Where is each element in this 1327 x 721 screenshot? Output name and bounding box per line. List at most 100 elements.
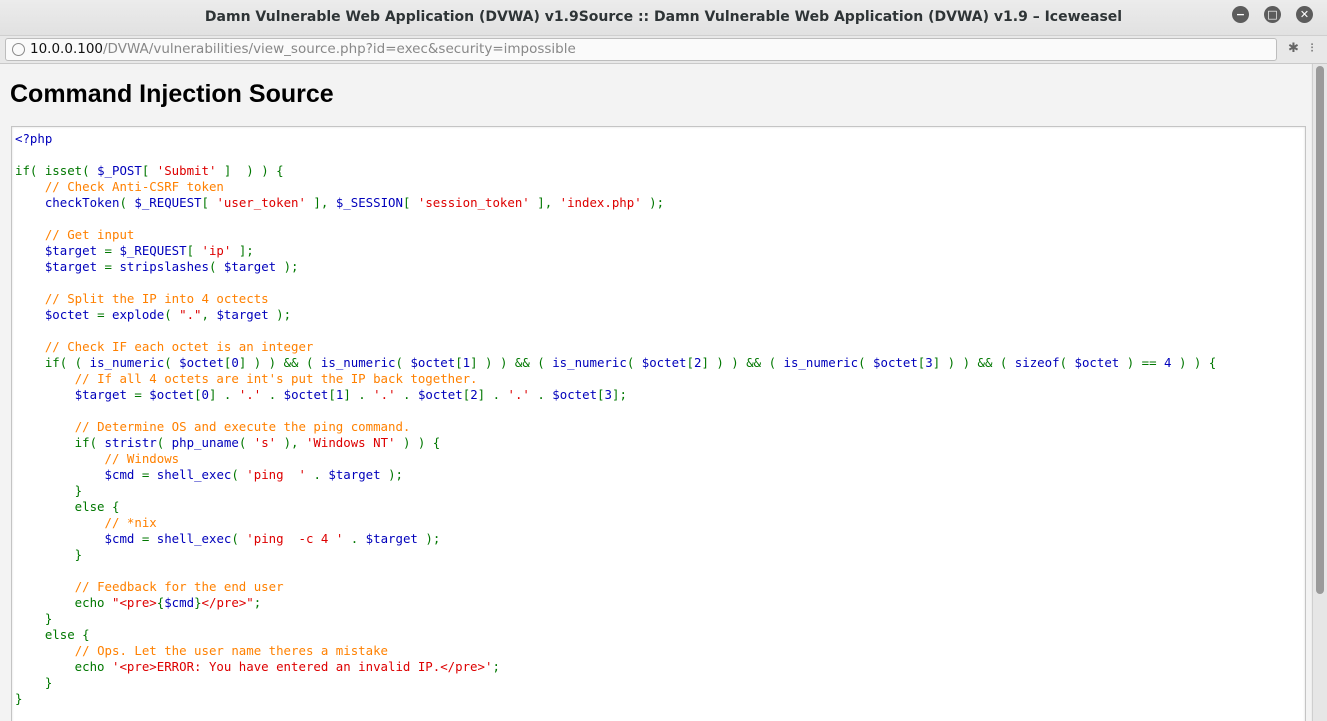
code-line: if( ( is_numeric( $octet[0] ) ) && ( is_… bbox=[15, 355, 1216, 370]
code-token: . bbox=[305, 467, 329, 482]
code-token: [ bbox=[186, 243, 202, 258]
code-token: echo bbox=[15, 659, 112, 674]
code-line: checkToken( $_REQUEST[ 'user_token' ], $… bbox=[15, 195, 664, 210]
code-token: <?php bbox=[15, 131, 53, 146]
code-token: } bbox=[15, 483, 83, 498]
code-line: $target = $_REQUEST[ 'ip' ]; bbox=[15, 243, 254, 258]
code-token: 0 bbox=[231, 355, 239, 370]
code-token: [ bbox=[686, 355, 694, 370]
code-token: [ bbox=[328, 387, 336, 402]
code-token: $target bbox=[74, 387, 135, 402]
code-token: // Determine OS and execute the ping com… bbox=[74, 419, 411, 434]
code-token: = bbox=[104, 243, 120, 258]
code-token: } bbox=[194, 595, 202, 610]
code-token: $cmd bbox=[104, 531, 142, 546]
maximize-button[interactable]: □ bbox=[1264, 6, 1281, 23]
code-token: ; bbox=[253, 595, 262, 610]
code-line: if( isset( $_POST[ 'Submit' ] ) ) { bbox=[15, 163, 284, 178]
code-token: $octet bbox=[410, 355, 456, 370]
code-line: // If all 4 octets are int's put the IP … bbox=[15, 371, 478, 386]
code-line: <?php bbox=[15, 131, 52, 146]
code-token: '<pre>ERROR: You have entered an invalid… bbox=[111, 659, 493, 674]
addon-bug-icon[interactable]: ✱ bbox=[1288, 41, 1299, 56]
code-token: $octet bbox=[44, 307, 98, 322]
code-token: $octet bbox=[873, 355, 918, 370]
code-token: } bbox=[15, 691, 23, 706]
code-token: sizeof bbox=[1014, 355, 1060, 370]
code-token: ( bbox=[208, 259, 224, 274]
url-input[interactable]: 10.0.0.100/DVWA/vulnerabilities/view_sou… bbox=[5, 38, 1277, 61]
code-token: ], bbox=[305, 195, 336, 210]
code-token: ] ) ) { bbox=[216, 163, 284, 178]
code-token: 2 bbox=[470, 387, 478, 402]
code-token: if( ( bbox=[15, 355, 90, 370]
code-line: } bbox=[15, 611, 52, 626]
close-button[interactable]: ✕ bbox=[1296, 6, 1313, 23]
code-token: '.' bbox=[238, 387, 262, 402]
menu-icon[interactable]: ⁝ bbox=[1310, 41, 1314, 56]
code-line: else { bbox=[15, 499, 120, 514]
url-path: /DVWA/vulnerabilities/view_source.php?id… bbox=[103, 41, 576, 57]
code-token: ); bbox=[276, 307, 292, 322]
code-line: $cmd = shell_exec( 'ping -c 4 ' . $targe… bbox=[15, 531, 441, 546]
code-token: $octet bbox=[641, 355, 687, 370]
code-token: = bbox=[141, 467, 157, 482]
code-line: } bbox=[15, 675, 52, 690]
code-token: 3 bbox=[925, 355, 933, 370]
code-token: ] . bbox=[477, 387, 508, 402]
code-line: // Check IF each octet is an integer bbox=[15, 339, 314, 354]
code-token: [ bbox=[201, 195, 217, 210]
code-line: // Feedback for the end user bbox=[15, 579, 284, 594]
scrollbar-thumb[interactable] bbox=[1316, 66, 1324, 594]
code-line: // *nix bbox=[15, 515, 157, 530]
code-token: if( isset( bbox=[15, 163, 98, 178]
code-token: </pre>" bbox=[201, 595, 254, 610]
code-token: stristr bbox=[104, 435, 157, 450]
vertical-scrollbar[interactable] bbox=[1312, 64, 1327, 721]
code-token: $target bbox=[216, 307, 277, 322]
code-token: [ bbox=[455, 355, 463, 370]
code-token: [ bbox=[141, 163, 157, 178]
code-token: ] ) ) && ( bbox=[470, 355, 553, 370]
page-content: Command Injection Source <?php if( isset… bbox=[0, 64, 1311, 721]
code-token: [ bbox=[194, 387, 202, 402]
code-line: $target = $octet[0] . '.' . $octet[1] . … bbox=[15, 387, 627, 402]
code-token: $target bbox=[44, 259, 105, 274]
code-token: } bbox=[15, 675, 53, 690]
code-token: [ bbox=[402, 195, 418, 210]
code-line: if( stristr( php_uname( 's' ), 'Windows … bbox=[15, 435, 441, 450]
code-token: // Split the IP into 4 octects bbox=[44, 291, 269, 306]
code-token: php_uname bbox=[171, 435, 239, 450]
code-token: $octet bbox=[283, 387, 329, 402]
code-line: $cmd = shell_exec( 'ping ' . $target ); bbox=[15, 467, 403, 482]
code-token: = bbox=[97, 307, 112, 322]
navigation-bar: 10.0.0.100/DVWA/vulnerabilities/view_sou… bbox=[0, 36, 1327, 64]
code-token: ] ) ) && ( bbox=[932, 355, 1015, 370]
code-token: ( bbox=[231, 467, 247, 482]
code-token: = bbox=[141, 531, 157, 546]
minimize-button[interactable]: − bbox=[1232, 6, 1249, 23]
code-token: 4 bbox=[1164, 355, 1179, 370]
code-line: // Check Anti-CSRF token bbox=[15, 179, 224, 194]
code-token: $target bbox=[44, 243, 105, 258]
code-token: ] . bbox=[209, 387, 239, 402]
code-token: ( bbox=[626, 355, 642, 370]
code-token: = bbox=[104, 259, 120, 274]
code-token: is_numeric bbox=[89, 355, 165, 370]
code-token: $cmd bbox=[104, 467, 142, 482]
code-token: ], bbox=[529, 195, 560, 210]
code-token: [ bbox=[597, 387, 605, 402]
code-token: is_numeric bbox=[320, 355, 396, 370]
code-token: $octet bbox=[179, 355, 224, 370]
code-token: ( bbox=[156, 435, 172, 450]
window-titlebar: Damn Vulnerable Web Application (DVWA) v… bbox=[0, 0, 1327, 36]
code-token: explode bbox=[111, 307, 165, 322]
code-line: } bbox=[15, 547, 82, 562]
